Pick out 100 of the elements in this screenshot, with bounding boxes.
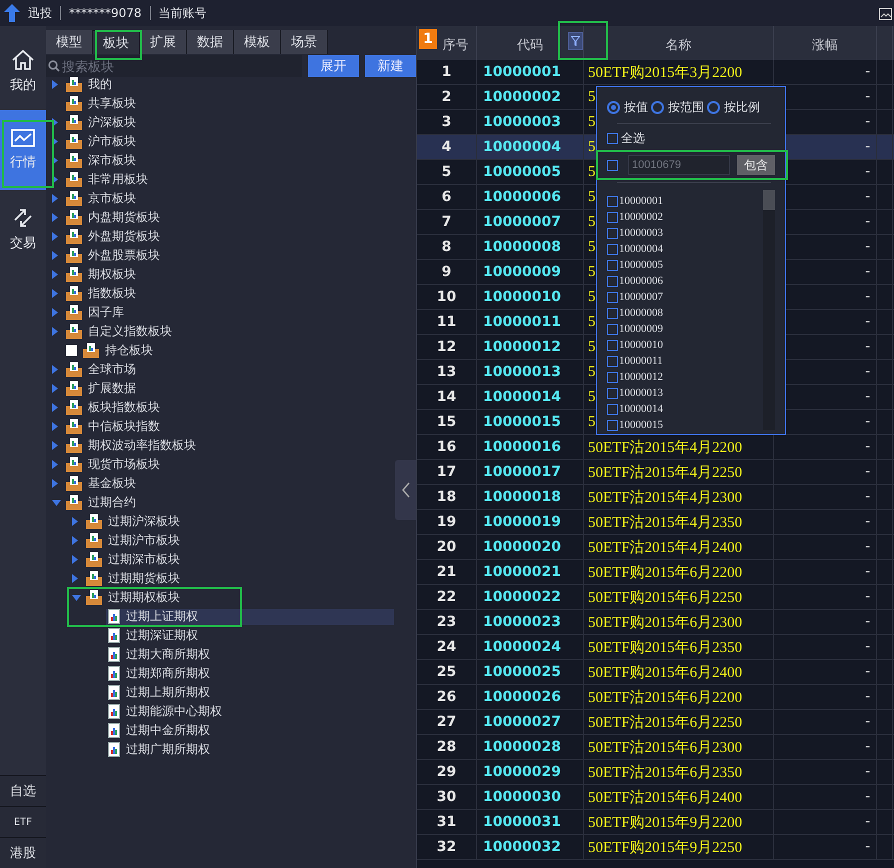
table-cell: 50ETF购2015年9月2250 xyxy=(584,835,774,859)
table-cell: 5 xyxy=(417,160,477,184)
table-cell: 6 xyxy=(417,185,477,209)
table-cell: 10000015 xyxy=(477,410,584,434)
table-cell: 50ETF沽2015年6月2300 xyxy=(584,735,774,759)
table-cell: 15 xyxy=(417,410,477,434)
table-cell: 10000002 xyxy=(477,85,584,109)
table-cell: 20 xyxy=(417,535,477,559)
table-cell: 10000008 xyxy=(477,235,584,259)
table-cell: - xyxy=(774,610,877,634)
table-cell: 10000026 xyxy=(477,685,584,709)
table-cell: 10000023 xyxy=(477,610,584,634)
table-cell: 50ETF沽2015年6月2400 xyxy=(584,785,774,809)
checkbox-label: 10000010 xyxy=(619,339,663,351)
table-cell: 10000006 xyxy=(477,185,584,209)
table-cell: 10000010 xyxy=(477,285,584,309)
table-cell: 19 xyxy=(417,510,477,534)
table-cell: 1 xyxy=(417,60,477,84)
table-cell: 29 xyxy=(417,760,477,784)
table-cell: - xyxy=(774,735,877,759)
table-cell: - xyxy=(774,660,877,684)
table-cell: 12 xyxy=(417,335,477,359)
table-cell: 50ETF购2015年6月2200 xyxy=(584,560,774,584)
table-cell: - xyxy=(774,560,877,584)
table-cell: 11 xyxy=(417,310,477,334)
table-cell: 13 xyxy=(417,360,477,384)
table-cell: 50ETF沽2015年6月2350 xyxy=(584,760,774,784)
table-cell: 2 xyxy=(417,85,477,109)
table-cell: 50ETF沽2015年4月2400 xyxy=(584,535,774,559)
checkbox-label: 10000007 xyxy=(619,291,663,303)
column-title: 涨幅 xyxy=(812,37,838,54)
table-cell: 8 xyxy=(417,235,477,259)
table-cell: 10000005 xyxy=(477,160,584,184)
table-cell: 22 xyxy=(417,585,477,609)
table-cell: 50ETF购2015年6月2400 xyxy=(584,660,774,684)
table-cell: 50ETF购2015年9月2200 xyxy=(584,810,774,834)
table-cell: 50ETF沽2015年6月2200 xyxy=(584,685,774,709)
table-cell: 16 xyxy=(417,435,477,459)
table-cell: - xyxy=(774,785,877,809)
table-cell: 10000029 xyxy=(477,760,584,784)
checkbox-label: 10000001 xyxy=(619,195,663,207)
account-number: *******9078 xyxy=(69,6,142,20)
checkbox-label: 10000002 xyxy=(619,211,663,223)
table-cell: - xyxy=(774,535,877,559)
table-cell: 10000004 xyxy=(477,135,584,159)
account-label: 当前账号 xyxy=(158,4,207,22)
checkbox-label: 10000005 xyxy=(619,259,663,271)
table-cell: 31 xyxy=(417,810,477,834)
table-cell: 21 xyxy=(417,560,477,584)
checkbox-label: 10000013 xyxy=(619,387,663,399)
table-cell: 10000003 xyxy=(477,110,584,134)
table-cell: - xyxy=(774,810,877,834)
table-cell: 50ETF沽2015年4月2250 xyxy=(584,460,774,484)
checkbox-label: 10000009 xyxy=(619,323,663,335)
table-cell: 4 xyxy=(417,135,477,159)
column-title: 序号 xyxy=(442,37,468,54)
table-cell: 50ETF购2015年6月2250 xyxy=(584,585,774,609)
table-cell: - xyxy=(774,685,877,709)
table-cell: - xyxy=(774,60,877,84)
table-cell: 10 xyxy=(417,285,477,309)
table-cell: 10000028 xyxy=(477,735,584,759)
table-cell: 10000007 xyxy=(477,210,584,234)
table-cell: 10000018 xyxy=(477,485,584,509)
checkbox-label: 10000008 xyxy=(619,307,663,319)
column-title: 代码 xyxy=(517,37,543,54)
table-cell: 10000030 xyxy=(477,785,584,809)
table-cell: 28 xyxy=(417,735,477,759)
table-cell: 10000027 xyxy=(477,710,584,734)
table-cell: 10000016 xyxy=(477,435,584,459)
table-cell: 14 xyxy=(417,385,477,409)
table-cell: - xyxy=(774,835,877,859)
table-cell: 10000032 xyxy=(477,835,584,859)
column-title: 名称 xyxy=(666,37,692,54)
table-cell: 27 xyxy=(417,710,477,734)
table-cell: 7 xyxy=(417,210,477,234)
table-cell: 26 xyxy=(417,685,477,709)
table-cell: 10000017 xyxy=(477,460,584,484)
table-cell: 17 xyxy=(417,460,477,484)
table-cell: 50ETF沽2015年4月2350 xyxy=(584,510,774,534)
table-cell: - xyxy=(774,710,877,734)
table-cell: - xyxy=(774,635,877,659)
table-cell: 10000019 xyxy=(477,510,584,534)
table-cell: 10000013 xyxy=(477,360,584,384)
table-cell: 24 xyxy=(417,635,477,659)
table-cell: 3 xyxy=(417,110,477,134)
table-cell: 10000031 xyxy=(477,810,584,834)
checkbox-label: 10000004 xyxy=(619,243,663,255)
table-cell: 10000025 xyxy=(477,660,584,684)
table-cell: - xyxy=(774,485,877,509)
table-cell: 50ETF沽2015年4月2300 xyxy=(584,485,774,509)
table-cell: 32 xyxy=(417,835,477,859)
table-cell: 10000001 xyxy=(477,60,584,84)
number-badge: 1 xyxy=(419,29,437,49)
table-cell: 9 xyxy=(417,260,477,284)
table-cell: 50ETF购2015年6月2350 xyxy=(584,635,774,659)
table-cell: - xyxy=(774,510,877,534)
checkbox-label: 10000006 xyxy=(619,275,663,287)
table-cell: - xyxy=(774,585,877,609)
table-cell: 23 xyxy=(417,610,477,634)
checkbox-label: 10000015 xyxy=(619,419,663,431)
